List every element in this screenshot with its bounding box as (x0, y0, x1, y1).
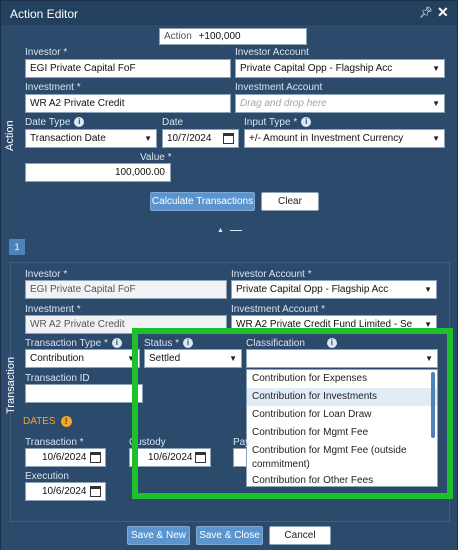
calendar-icon[interactable] (90, 452, 101, 463)
info-icon: i (301, 117, 312, 128)
investor-label: Investor * (25, 47, 68, 58)
chevron-down-icon: ▼ (425, 354, 433, 363)
chevron-down-icon: ▼ (432, 64, 440, 73)
dropdown-option[interactable]: Contribution for Other Fees (247, 472, 437, 486)
info-icon: i (111, 338, 122, 349)
save-new-button[interactable]: Save & New (127, 526, 190, 545)
tx-investor-field: EGI Private Capital FoF (25, 280, 227, 299)
transaction-date-input[interactable]: 10/6/2024 (25, 448, 106, 467)
warning-icon: ! (60, 416, 72, 427)
investor-field[interactable]: EGI Private Capital FoF (25, 59, 231, 78)
execution-date-input[interactable]: 10/6/2024 (25, 482, 106, 501)
transaction-number-badge[interactable]: 1 (9, 239, 25, 255)
calendar-icon[interactable] (223, 133, 234, 144)
window-title: Action Editor (10, 7, 79, 21)
pay-date-label: Pay (233, 437, 251, 448)
investment-account-dropzone[interactable]: Drag and drop here ▼ (235, 94, 445, 113)
chevron-down-icon: ▼ (424, 285, 432, 294)
action-field[interactable]: Action +100,000 (159, 28, 307, 45)
tx-investment-label: Investment * (25, 304, 81, 315)
status-select[interactable]: Settled ▼ (144, 349, 242, 368)
close-icon[interactable]: ✕ (437, 4, 449, 21)
date-input[interactable]: 10/7/2024 (162, 129, 239, 148)
title-bar: Action Editor 📌︎ ✕ (1, 1, 457, 25)
footer-bar: Save & New Save & Close Cancel (1, 523, 457, 550)
tx-investor-account-label: Investor Account * (231, 269, 312, 280)
tx-investment-account-select[interactable]: WR A2 Private Credit Fund Limited - Se ▼ (231, 315, 437, 334)
tx-investment-account-label: Investment Account * (231, 304, 325, 315)
transaction-date-label: Transaction * (25, 437, 84, 448)
transaction-id-input[interactable] (25, 384, 143, 403)
collapse-line (230, 230, 242, 231)
save-close-button[interactable]: Save & Close (196, 526, 263, 545)
date-type-label: Date Type i (25, 117, 85, 128)
chevron-down-icon: ▼ (127, 354, 135, 363)
value-input[interactable]: 100,000.00 (25, 163, 171, 182)
investment-account-label: Investment Account (235, 82, 323, 93)
investment-field[interactable]: WR A2 Private Credit (25, 94, 231, 113)
dropdown-option-highlighted[interactable]: Contribution for Investments (247, 388, 437, 406)
chevron-down-icon: ▼ (229, 354, 237, 363)
transaction-type-label: Transaction Type * i (25, 338, 122, 349)
dropdown-scrollbar[interactable] (431, 372, 435, 438)
dates-heading: DATES! (23, 416, 72, 427)
classification-dropdown-list[interactable]: Contribution for Expenses Contribution f… (246, 369, 438, 487)
action-side-label: Action (4, 120, 16, 151)
execution-date-label: Execution (25, 471, 69, 482)
classification-select[interactable]: ▼ (246, 349, 438, 368)
input-type-select[interactable]: +/- Amount in Investment Currency ▼ (244, 129, 445, 148)
dropdown-option[interactable]: Contribution for Expenses (247, 370, 437, 388)
date-label: Date (162, 117, 184, 128)
transaction-id-label: Transaction ID (25, 373, 90, 384)
dropdown-option[interactable]: Contribution for Mgmt Fee (247, 424, 437, 442)
clear-button[interactable]: Clear (261, 192, 319, 211)
classification-label: Classification i (246, 338, 337, 349)
chevron-down-icon: ▼ (432, 134, 440, 143)
input-type-label: Input Type * i (244, 117, 312, 128)
chevron-down-icon: ▼ (432, 99, 440, 108)
date-type-select[interactable]: Transaction Date ▼ (25, 129, 157, 148)
dropdown-option[interactable]: Contribution for Loan Draw (247, 406, 437, 424)
info-icon: i (183, 338, 194, 349)
calendar-icon[interactable] (195, 452, 206, 463)
custody-date-label: Custody (129, 437, 166, 448)
transaction-side-label: Transaction (5, 356, 17, 414)
info-icon: i (74, 117, 85, 128)
collapse-up-icon[interactable]: ▲ (217, 227, 224, 234)
action-editor-window: Action Editor 📌︎ ✕ Action Action +100,00… (0, 0, 458, 550)
chevron-down-icon: ▼ (144, 134, 152, 143)
dropdown-option[interactable]: Contribution for Mgmt Fee (outside commi… (247, 442, 437, 472)
calendar-icon[interactable] (90, 486, 101, 497)
chevron-down-icon: ▼ (424, 320, 432, 329)
custody-date-input[interactable]: 10/6/2024 (129, 448, 211, 467)
tx-investment-field: WR A2 Private Credit (25, 315, 227, 334)
pin-icon[interactable]: 📌︎ (419, 6, 433, 19)
value-label: Value * (140, 152, 172, 163)
investment-label: Investment * (25, 82, 81, 93)
tx-investor-account-select[interactable]: Private Capital Opp - Flagship Acc ▼ (231, 280, 437, 299)
tx-investor-label: Investor * (25, 269, 68, 280)
transaction-type-select[interactable]: Contribution ▼ (25, 349, 140, 368)
status-label: Status * i (144, 338, 194, 349)
info-icon: i (326, 338, 337, 349)
calculate-transactions-button[interactable]: Calculate Transactions (150, 192, 255, 211)
investor-account-select[interactable]: Private Capital Opp - Flagship Acc ▼ (235, 59, 445, 78)
investor-account-label: Investor Account (235, 47, 309, 58)
pay-date-input[interactable] (233, 448, 247, 467)
cancel-button[interactable]: Cancel (269, 526, 331, 545)
